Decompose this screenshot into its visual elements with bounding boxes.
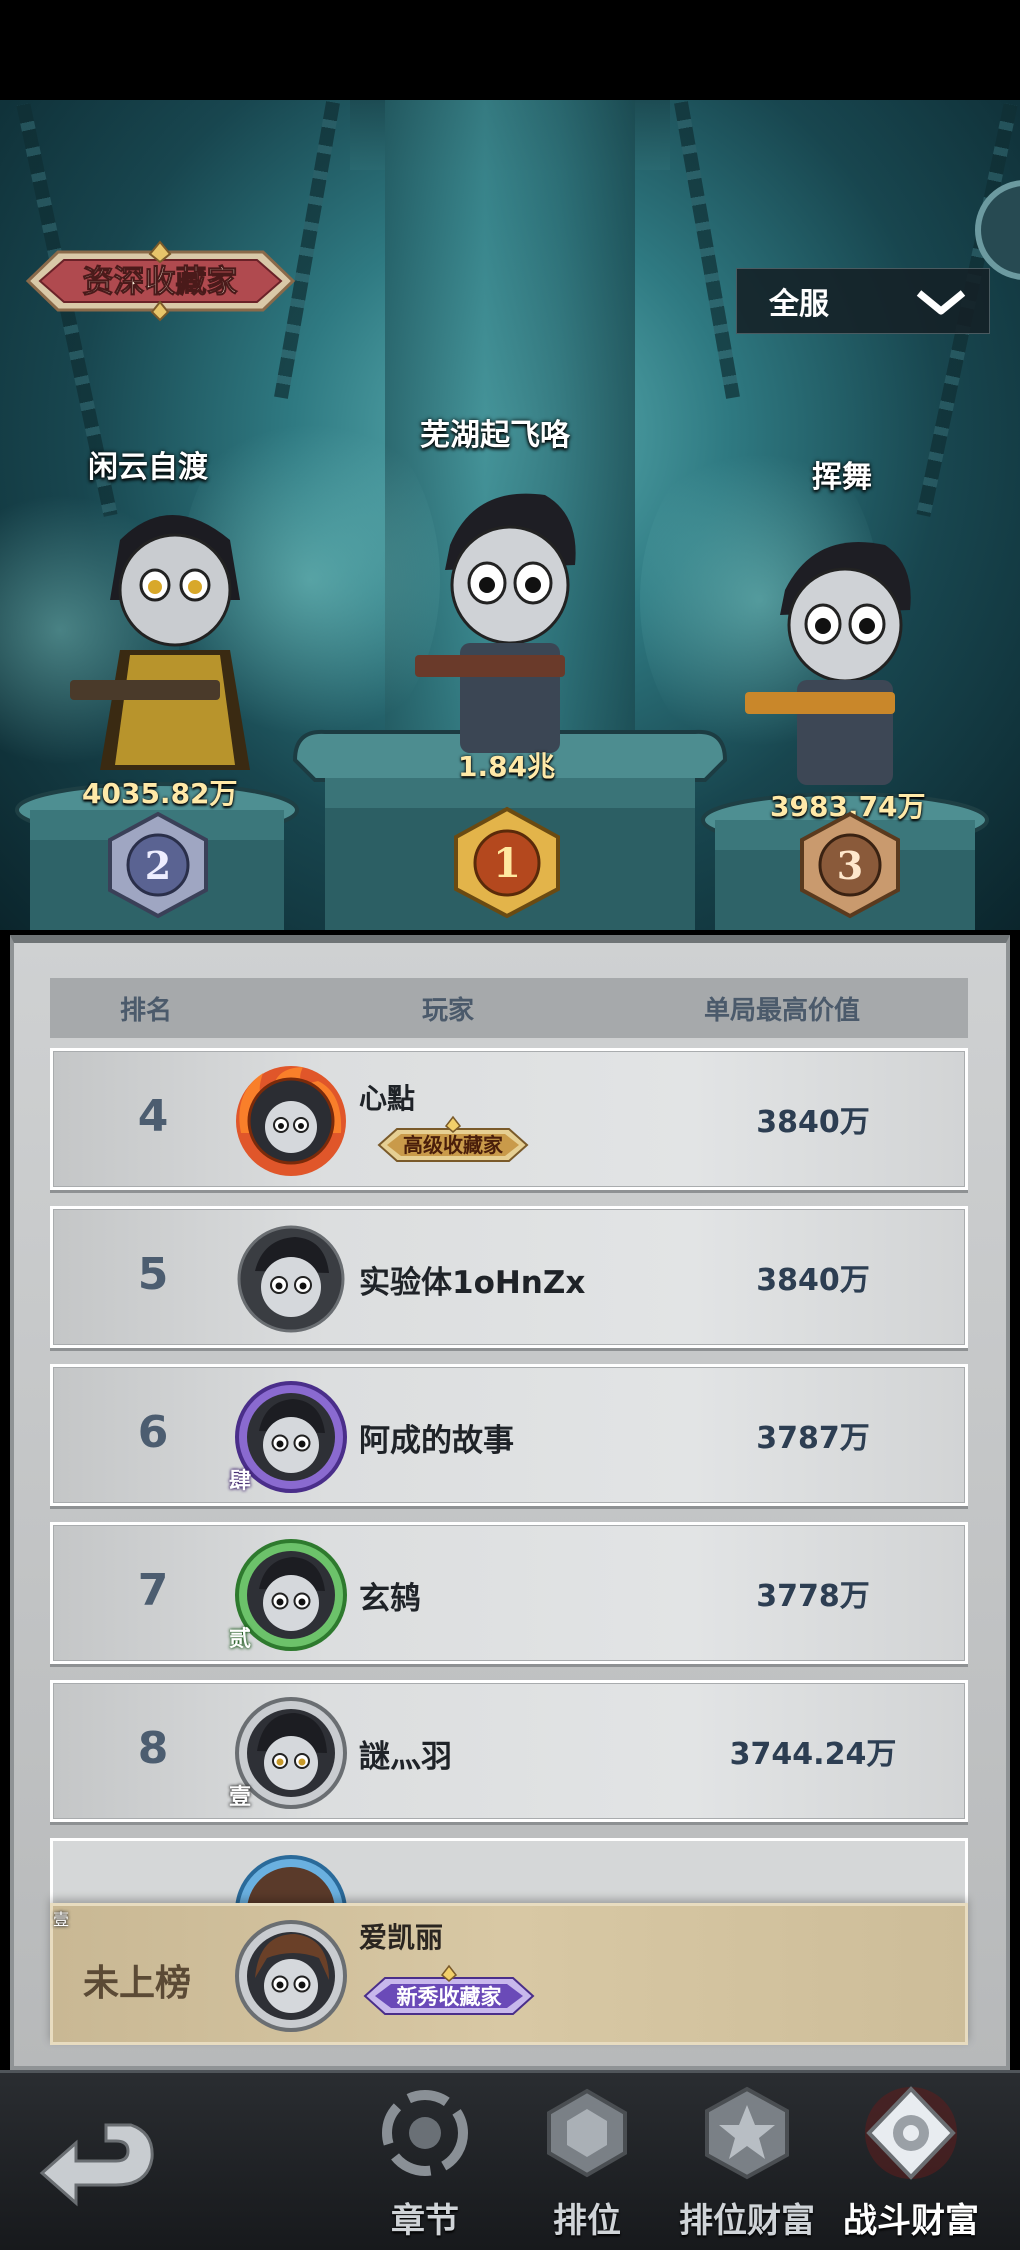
row-player-name: 心點 [359,1082,416,1115]
podium-first-name: 芜湖起飞咯 [420,418,570,453]
row-player-name: 玄鸫 [359,1581,421,1617]
self-rank-row[interactable]: 未上榜 壹 爱凯丽 新秀收藏家 [50,1903,968,2045]
rank-three-medal: 3 [800,811,900,919]
row-value: 3778万 [756,1579,870,1614]
header-value: 单局最高价值 [704,995,861,1026]
chapter-icon [382,2090,468,2176]
senior-collector-badge: 高级收藏家 [377,1115,529,1162]
row-value: 3840万 [756,1105,870,1140]
back-arrow-icon[interactable] [36,2103,156,2213]
self-rank-status: 未上榜 [83,1963,192,2004]
self-title-text: 新秀收藏家 [397,1985,503,2009]
row-rank: 7 [137,1565,169,1616]
first-place-character [415,493,576,753]
nav-label: 战斗财富 [843,2201,979,2241]
chevron-down-icon [916,290,966,315]
rookie-collector-badge: 新秀收藏家 [363,1964,535,2015]
row-player-name: 阿成的故事 [359,1423,514,1459]
nav-label: 排位 [553,2201,621,2241]
rank-one-number: 1 [493,840,521,887]
status-bar [0,0,1020,100]
podium-first-value: 1.84兆 [458,750,556,783]
server-select-dropdown[interactable]: 全服 [736,268,990,334]
podium-second-value: 4035.82万 [82,777,238,810]
collector-title-badge: 资深收藏家 [25,240,296,322]
nav-item-rank[interactable]: 排位 [512,2083,662,2248]
avatar [236,1066,346,1176]
row-tier: 肆 [229,1469,252,1494]
table-header: 排名 玩家 单局最高价值 [50,978,968,1038]
row-value: 3787万 [756,1421,870,1456]
table-row[interactable]: 7 贰 玄鸫 3778万 [50,1522,968,1664]
rank-two-number: 2 [145,843,171,888]
row-title-text: 高级收藏家 [403,1133,504,1157]
title-badge-text: 资深收藏家 [83,264,238,300]
table-row[interactable]: 6 肆 阿成的故事 3787万 [50,1364,968,1506]
table-row[interactable]: 5 实验体1oHnZx 3840万 [50,1206,968,1348]
bottom-nav: 章节 排位 排位财富 战斗财富 [0,2070,1020,2250]
rank-one-medal: 1 [454,806,560,919]
second-place-character [70,515,250,770]
third-place-character [745,542,911,785]
row-value: 3744.24万 [729,1737,897,1772]
nav-label: 排位财富 [679,2201,815,2241]
self-avatar [235,1920,347,2032]
row-rank: 4 [137,1091,169,1142]
battle-wealth-icon [865,2086,957,2180]
header-player: 玩家 [422,995,475,1026]
rank-two-medal: 2 [108,811,208,919]
row-rank: 5 [137,1249,169,1300]
table-row[interactable]: 8 壹 謎灬羽 3744.24万 [50,1680,968,1822]
podium-third-name: 挥舞 [812,460,872,495]
table-row-partial [50,1838,968,1908]
chain-decor [674,101,740,399]
nav-item-chapter[interactable]: 章节 [350,2083,500,2248]
row-value: 3840万 [756,1263,870,1298]
header-rank: 排名 [120,995,173,1026]
avatar [237,1225,345,1333]
self-tier: 壹 [53,1910,70,1929]
row-rank: 8 [137,1723,169,1774]
self-player-name: 爱凯丽 [359,1921,444,1954]
row-player-name: 謎灬羽 [359,1739,452,1775]
avatar [235,1855,347,1905]
rank-three-number: 3 [837,843,863,888]
nav-item-rank-wealth[interactable]: 排位财富 [672,2083,822,2248]
row-rank: 6 [137,1407,169,1458]
rank-icon [547,2088,627,2178]
row-player-name: 实验体1oHnZx [359,1265,586,1301]
rank-wealth-icon [705,2086,789,2180]
row-tier: 贰 [229,1627,252,1652]
row-tier: 壹 [229,1785,252,1810]
nav-label: 章节 [391,2201,459,2241]
server-select-label: 全服 [769,287,829,322]
nav-item-battle-wealth[interactable]: 战斗财富 [836,2083,986,2248]
table-row[interactable]: 4 心點 高级收藏家 3840万 [50,1048,968,1190]
